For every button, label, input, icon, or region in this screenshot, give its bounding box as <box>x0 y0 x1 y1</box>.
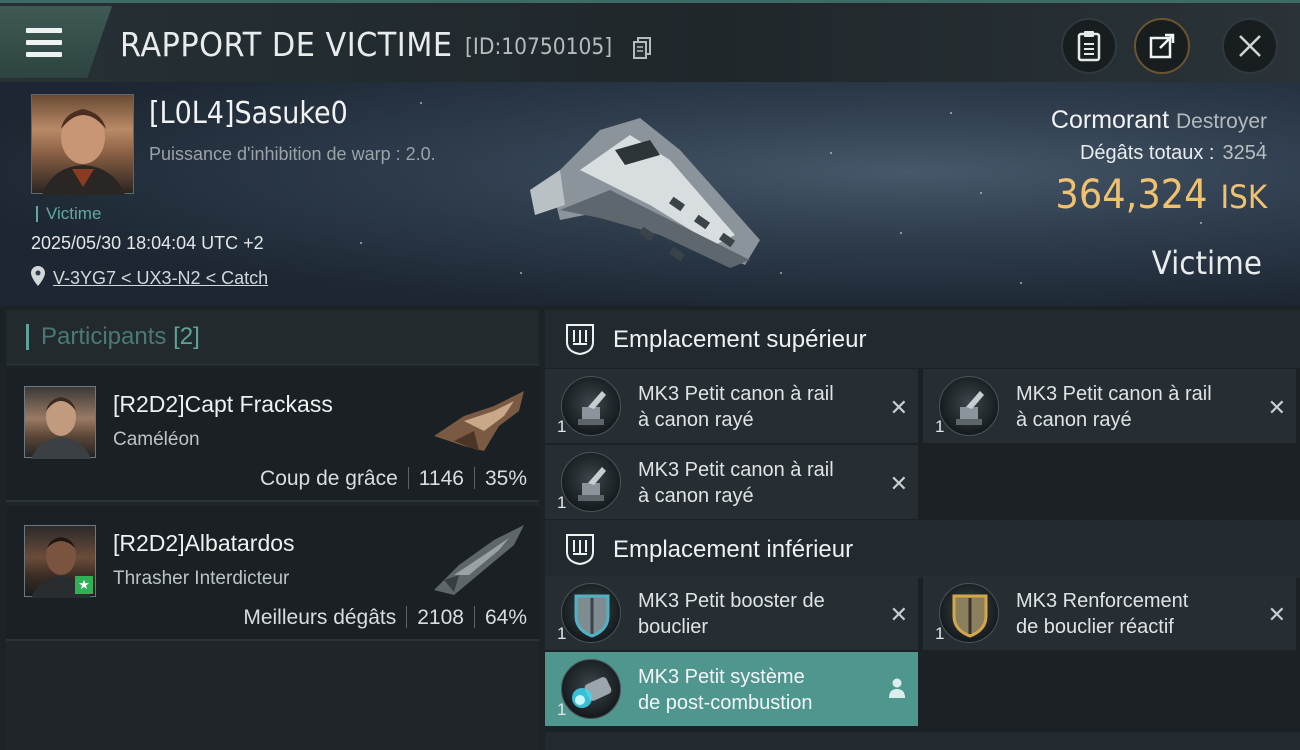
share-icon <box>1149 33 1175 59</box>
module-name: MK3 Petit canon à rail à canon rayé <box>1016 383 1212 431</box>
destroyed-icon: ✕ <box>1267 602 1286 627</box>
dropped-person-icon <box>889 678 905 698</box>
participant-damage: 2108 <box>417 606 464 629</box>
isk-value: 364,324 ISK <box>1055 172 1267 218</box>
railgun-icon <box>939 376 999 436</box>
module-qty: 1 <box>557 417 567 436</box>
module-slot[interactable]: 1 MK3 Petit système de post-combustion <box>545 652 918 726</box>
participants-title: Participants [2] <box>26 324 200 350</box>
victim-ship-name[interactable]: Cormorant Destroyer <box>1051 106 1267 135</box>
victim-name[interactable]: [L0L4]Sasuke0 <box>149 96 348 131</box>
module-name: MK3 Petit système de post-combustion <box>638 666 813 714</box>
shield-booster-icon <box>561 583 621 643</box>
module-slot[interactable]: 1 MK3 Petit canon à rail à canon rayé ✕ <box>545 445 918 519</box>
victim-banner: [L0L4]Sasuke0 Puissance d'inhibition de … <box>0 82 1300 306</box>
location-text[interactable]: V-3YG7 < UX3-N2 < Catch <box>53 268 268 289</box>
next-section-header <box>545 732 1300 750</box>
participants-header: Participants [2] <box>6 310 539 365</box>
module-slot[interactable]: 1 MK3 Petit booster de bouclier ✕ <box>545 576 918 650</box>
participant-percent: 64% <box>484 606 527 629</box>
participant-avatar[interactable] <box>24 386 96 459</box>
warp-inhibition-text: Puissance d'inhibition de warp : 2.0. <box>149 144 436 164</box>
participant-row[interactable]: ★ [R2D2]Albatardos Thrasher Interdicteur… <box>6 506 539 641</box>
close-icon <box>1239 35 1261 57</box>
low-slot-header: Emplacement inférieur <box>545 520 1300 578</box>
menu-button[interactable] <box>0 6 112 78</box>
isk-unit: ISK <box>1220 178 1267 216</box>
module-name: MK3 Renforcement de bouclier réactif <box>1016 590 1189 638</box>
participants-count: [2] <box>173 323 200 350</box>
low-slot-title: Emplacement inférieur <box>613 536 854 563</box>
module-name: MK3 Petit canon à rail à canon rayé <box>638 459 834 507</box>
total-damage-value: 3254 <box>1222 142 1268 164</box>
railgun-icon <box>561 452 621 512</box>
victim-ship-image <box>530 118 760 268</box>
participant-name[interactable]: [R2D2]Capt Frackass <box>113 391 333 418</box>
afterburner-icon <box>561 659 621 719</box>
railgun-icon <box>561 376 621 436</box>
fitting-panel: Emplacement supérieur 1 MK3 Petit canon … <box>545 310 1300 750</box>
location-link[interactable]: V-3YG7 < UX3-N2 < Catch <box>31 266 268 291</box>
participant-ship: Caméléon <box>113 429 200 450</box>
report-id: [ID:10750105] <box>465 35 613 60</box>
victim-role-label: Victime <box>1151 244 1262 282</box>
share-button[interactable] <box>1134 18 1190 74</box>
location-pin-icon <box>31 266 45 286</box>
participant-role: Meilleurs dégâts <box>243 606 397 629</box>
kill-report-screen: RAPPORT DE VICTIME [ID:10750105] [L0L4]S… <box>0 0 1300 750</box>
module-qty: 1 <box>557 700 567 719</box>
participant-role: Coup de grâce <box>260 467 398 490</box>
destroyed-icon: ✕ <box>889 471 908 496</box>
page-title: RAPPORT DE VICTIME <box>120 25 453 64</box>
destroyed-icon: ✕ <box>889 602 908 627</box>
participant-stats: Coup de grâce 1146 35% <box>260 467 527 491</box>
module-name: MK3 Petit booster de bouclier <box>638 590 825 638</box>
participants-panel: Participants [2] [R2D2]Capt Frackass Cam… <box>6 310 539 750</box>
module-slot[interactable]: 1 MK3 Renforcement de bouclier réactif ✕ <box>923 576 1296 650</box>
participant-percent: 35% <box>484 467 527 490</box>
participant-stats: Meilleurs dégâts 2108 64% <box>243 606 527 630</box>
close-button[interactable] <box>1222 18 1278 74</box>
high-slot-icon <box>566 324 594 356</box>
header-bar: RAPPORT DE VICTIME [ID:10750105] <box>0 0 1300 82</box>
kill-datetime: 2025/05/30 18:04:04 UTC +2 <box>31 233 264 253</box>
destroyed-icon: ✕ <box>889 395 908 420</box>
participant-ship-image <box>434 391 524 451</box>
clipboard-icon <box>1077 31 1101 62</box>
high-slot-header: Emplacement supérieur <box>545 310 1300 368</box>
copy-icon[interactable] <box>633 37 651 59</box>
low-slot-icon <box>566 534 594 566</box>
destroyed-icon: ✕ <box>1267 395 1286 420</box>
participant-ship-image <box>434 525 524 595</box>
victim-avatar[interactable] <box>31 94 134 195</box>
victim-ship-class: Destroyer <box>1175 110 1267 133</box>
total-damage: Dégâts totaux :3254 <box>1079 142 1268 164</box>
module-name: MK3 Petit canon à rail à canon rayé <box>638 383 834 431</box>
star-badge-icon: ★ <box>75 576 93 594</box>
high-slot-title: Emplacement supérieur <box>613 326 867 353</box>
menu-icon <box>26 28 62 58</box>
participant-name[interactable]: [R2D2]Albatardos <box>113 530 295 557</box>
victim-tag: Victime <box>36 205 101 222</box>
participant-row[interactable]: [R2D2]Capt Frackass Caméléon Coup de grâ… <box>6 367 539 502</box>
participant-avatar[interactable]: ★ <box>24 525 96 598</box>
clipboard-button[interactable] <box>1061 18 1117 74</box>
module-slot[interactable]: 1 MK3 Petit canon à rail à canon rayé ✕ <box>545 369 918 443</box>
module-qty: 1 <box>557 493 567 512</box>
participant-damage: 1146 <box>418 467 464 490</box>
shield-hardener-icon <box>939 583 999 643</box>
participant-ship: Thrasher Interdicteur <box>113 568 290 589</box>
module-qty: 1 <box>935 624 945 643</box>
module-qty: 1 <box>935 417 945 436</box>
module-qty: 1 <box>557 624 567 643</box>
module-slot[interactable]: 1 MK3 Petit canon à rail à canon rayé ✕ <box>923 369 1296 443</box>
